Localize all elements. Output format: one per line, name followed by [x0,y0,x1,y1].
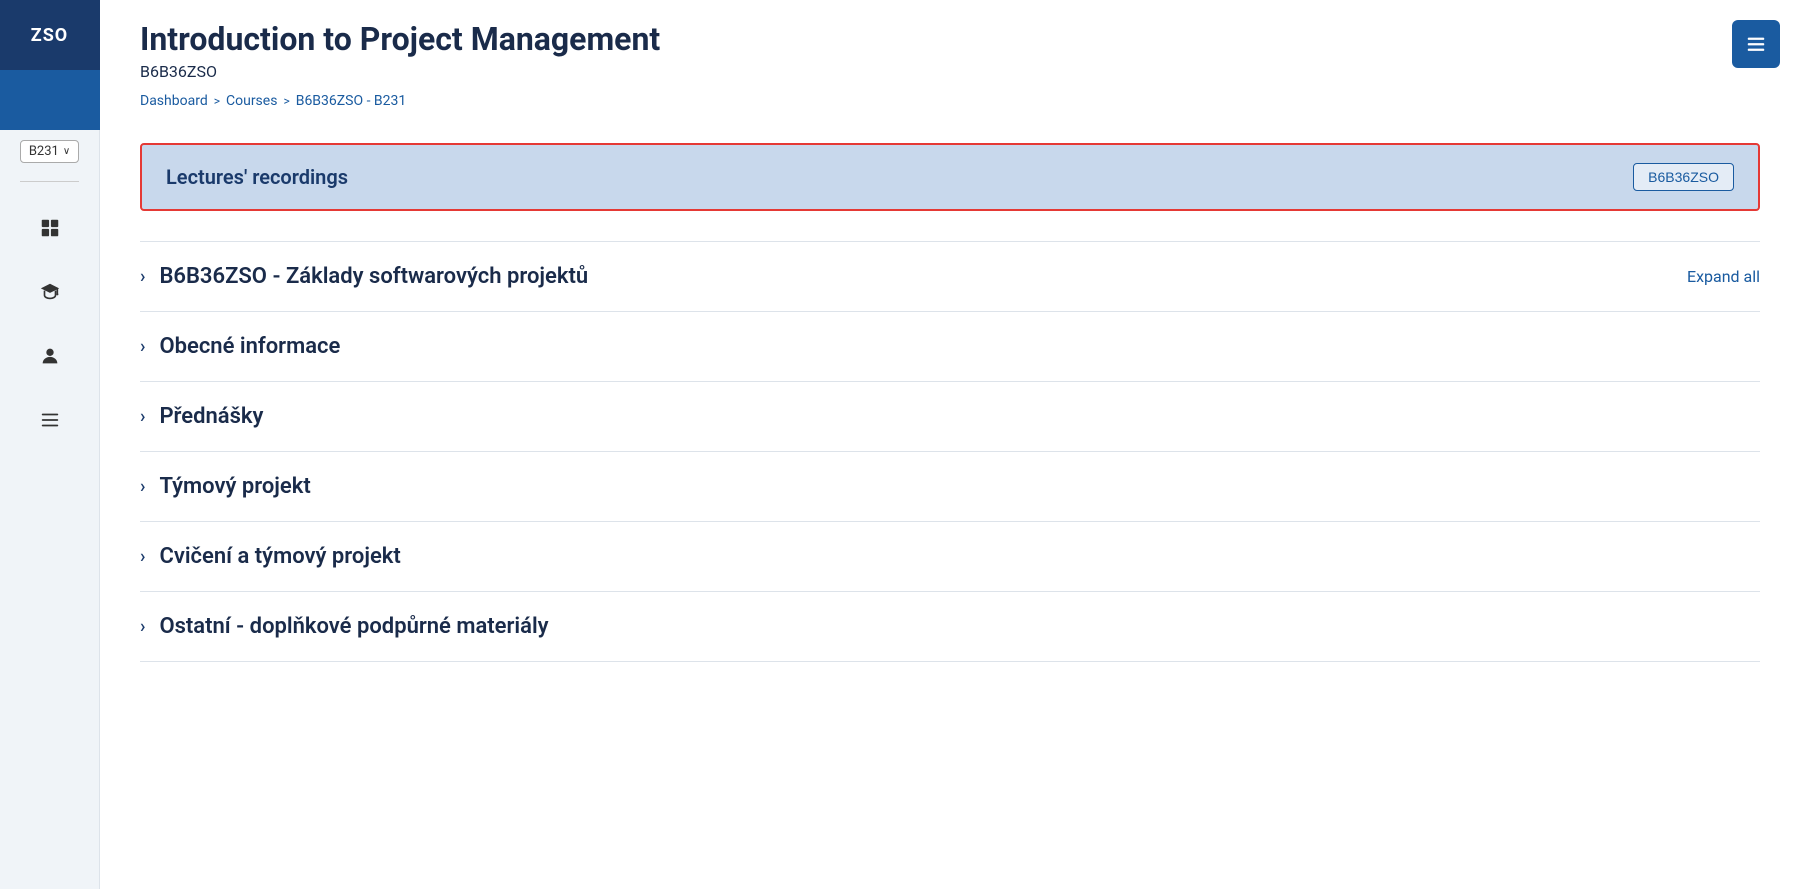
sidebar-menu-button[interactable] [0,70,100,130]
breadcrumb: Dashboard > Courses > B6B36ZSO - B231 [140,93,1760,109]
section-chevron-4: › [140,546,145,567]
section-chevron-2: › [140,406,145,427]
section-chevron-1: › [140,336,145,357]
graduation-cap-icon [39,281,61,303]
sidebar-divider [20,181,79,182]
grid-icon [39,217,61,239]
chevron-down-icon: ∨ [63,146,70,157]
top-right-hamburger-icon [1745,33,1767,55]
top-right-menu-button[interactable] [1732,20,1780,68]
recordings-badge-button[interactable]: B6B36ZSO [1633,163,1734,191]
sidebar-item-courses[interactable] [28,270,72,314]
section-list: › B6B36ZSO - Základy softwarových projek… [140,241,1760,662]
sidebar: ZSO B231 ∨ [0,0,100,889]
main-content: Introduction to Project Management B6B36… [100,0,1800,889]
version-selector[interactable]: B231 ∨ [0,130,99,173]
breadcrumb-dashboard[interactable]: Dashboard [140,93,208,109]
breadcrumb-separator-1: > [214,94,220,108]
section-label-4: Cvičení a týmový projekt [159,544,1760,569]
recordings-title: Lectures' recordings [166,165,348,189]
sidebar-navigation [28,190,72,442]
section-label-0: B6B36ZSO - Základy softwarových projektů [159,264,1687,289]
breadcrumb-current[interactable]: B6B36ZSO - B231 [296,93,407,109]
section-item-2[interactable]: › Přednášky [140,382,1760,452]
section-item-0[interactable]: › B6B36ZSO - Základy softwarových projek… [140,241,1760,312]
breadcrumb-courses[interactable]: Courses [226,93,277,109]
page-header: Introduction to Project Management B6B36… [140,0,1760,143]
course-code: B6B36ZSO [140,62,1760,81]
sidebar-item-menu[interactable] [28,398,72,442]
section-item-3[interactable]: › Týmový projekt [140,452,1760,522]
section-label-3: Týmový projekt [159,474,1760,499]
breadcrumb-separator-2: > [283,94,289,108]
section-label-1: Obecné informace [159,334,1760,359]
page-title: Introduction to Project Management [140,20,1760,58]
list-icon [39,409,61,431]
section-item-1[interactable]: › Obecné informace [140,312,1760,382]
sidebar-item-profile[interactable] [28,334,72,378]
section-label-5: Ostatní - doplňkové podpůrné materiály [159,614,1760,639]
user-icon [39,345,61,367]
section-item-4[interactable]: › Cvičení a týmový projekt [140,522,1760,592]
section-chevron-3: › [140,476,145,497]
version-badge[interactable]: B231 ∨ [20,140,79,163]
section-chevron-5: › [140,616,145,637]
recordings-banner: Lectures' recordings B6B36ZSO [140,143,1760,211]
sidebar-logo: ZSO [0,0,100,70]
section-item-5[interactable]: › Ostatní - doplňkové podpůrné materiály [140,592,1760,662]
expand-all-button[interactable]: Expand all [1687,267,1760,286]
section-label-2: Přednášky [159,404,1760,429]
section-chevron-0: › [140,266,145,287]
sidebar-item-grid[interactable] [28,206,72,250]
